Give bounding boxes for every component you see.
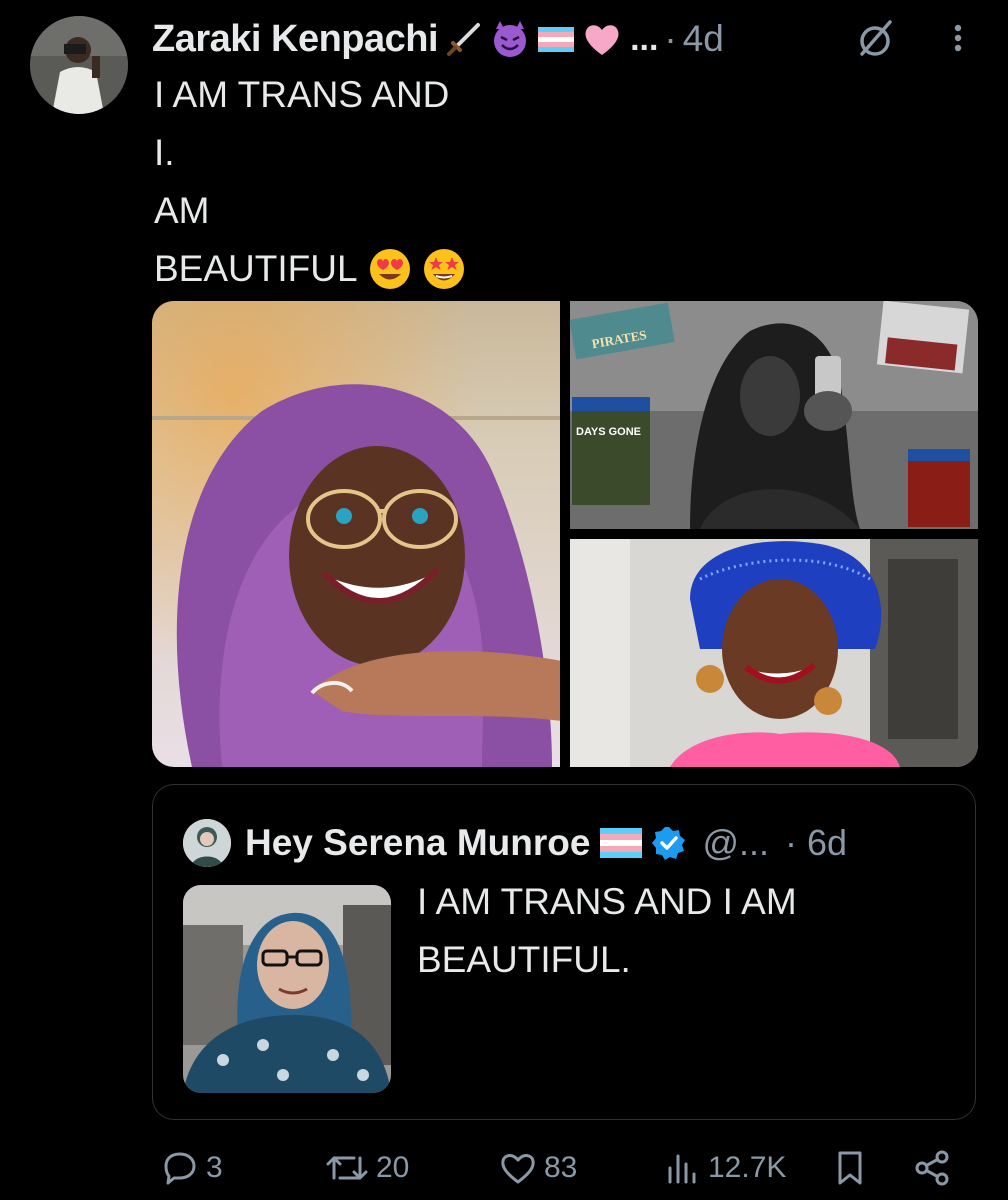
pink-heart-emoji: [585, 25, 619, 55]
repost-button[interactable]: 20: [324, 1148, 409, 1188]
tweet-header: Zaraki Kenpachi ... · 4d: [152, 14, 724, 64]
quoted-photo[interactable]: [183, 885, 391, 1093]
heart-eyes-emoji: [369, 249, 410, 289]
quoted-author-name[interactable]: Hey Serena Munroe: [245, 822, 590, 864]
tweet-line: I AM TRANS AND: [154, 74, 450, 115]
views-button[interactable]: 12.7K: [662, 1148, 786, 1188]
trans-flag-emoji: [600, 828, 643, 858]
share-icon: [915, 1150, 949, 1186]
like-button[interactable]: 83: [498, 1148, 577, 1188]
tweet-line: AM: [154, 190, 210, 231]
tweet-dot: ·: [664, 18, 677, 59]
tweet-photo-1[interactable]: [152, 301, 560, 767]
smiling-devil-emoji: [494, 21, 527, 57]
share-button[interactable]: [912, 1148, 952, 1188]
quoted-handle[interactable]: @...: [702, 822, 769, 864]
tweet-photo-3[interactable]: [570, 539, 978, 767]
verified-badge-icon: [652, 827, 686, 860]
like-icon: [501, 1154, 535, 1184]
tweet-text: I AM TRANS AND I. AM BEAUTIFUL: [154, 66, 466, 298]
tweet-action-bar: 3 20 83 12.7K: [0, 1140, 1008, 1200]
bookmark-button[interactable]: [830, 1148, 870, 1188]
grok-icon[interactable]: [852, 16, 898, 62]
tweet-time[interactable]: 4d: [683, 18, 724, 60]
quoted-tweet[interactable]: Hey Serena Munroe @... · 6d I AM TRANS A…: [152, 784, 976, 1120]
views-count: 12.7K: [708, 1151, 787, 1184]
bookmark-icon: [838, 1151, 862, 1185]
svg-text:DAYS GONE: DAYS GONE: [576, 426, 641, 438]
more-icon[interactable]: [938, 18, 978, 58]
tweet-line: I.: [154, 132, 175, 173]
reply-button[interactable]: 3: [160, 1148, 223, 1188]
tweet-line: BEAUTIFUL: [154, 240, 466, 298]
repost-icon: [326, 1156, 368, 1180]
tweet-photo-2[interactable]: PIRATES DAYS GONE: [570, 301, 978, 529]
author-avatar[interactable]: [30, 16, 128, 114]
repost-count: 20: [376, 1151, 410, 1184]
like-count: 83: [544, 1151, 578, 1184]
sword-emoji: [447, 23, 481, 56]
quoted-dot: ·: [785, 822, 798, 863]
reply-icon: [164, 1152, 196, 1185]
star-struck-emoji: [423, 249, 464, 289]
tweet-media-grid: PIRATES DAYS GONE: [152, 301, 978, 767]
quoted-tweet-header: Hey Serena Munroe @... · 6d: [183, 819, 847, 867]
trans-flag-emoji: [538, 27, 575, 52]
reply-count: 3: [206, 1151, 223, 1184]
views-icon: [668, 1154, 696, 1184]
quoted-author-avatar[interactable]: [183, 819, 231, 867]
author-name[interactable]: Zaraki Kenpachi: [152, 18, 439, 61]
quoted-tweet-text: I AM TRANS AND I AM BEAUTIFUL.: [417, 881, 797, 980]
author-emoji-overflow: ...: [630, 19, 659, 58]
quoted-time[interactable]: 6d: [807, 822, 847, 864]
